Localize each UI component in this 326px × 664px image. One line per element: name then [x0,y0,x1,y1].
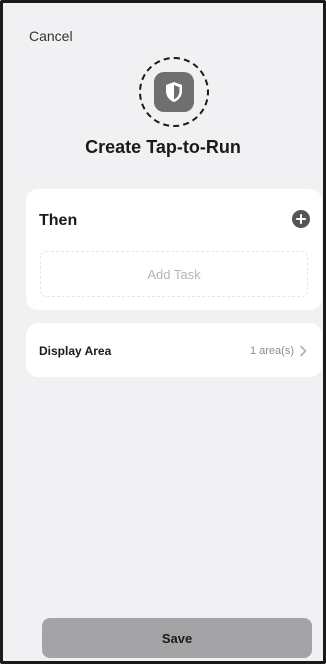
scene-icon-tile [154,72,194,112]
display-area-label: Display Area [39,344,112,358]
display-area-value: 1 area(s) [249,345,294,357]
chevron-right-icon [300,345,307,357]
page-title: Create Tap-to-Run [85,137,241,157]
scene-icon-picker[interactable] [139,57,209,127]
display-area-row[interactable]: Display Area 1 area(s) [26,323,322,377]
screen: Cancel Create Tap-to-Run Then Add Task D… [0,0,326,664]
plus-circle-icon[interactable] [292,210,310,228]
save-button[interactable]: Save [42,618,312,658]
then-section-title: Then [39,212,78,229]
cancel-button[interactable]: Cancel [29,28,73,44]
add-task-button[interactable]: Add Task [40,251,308,297]
shield-icon [166,82,182,102]
then-section: Then Add Task [26,189,322,310]
